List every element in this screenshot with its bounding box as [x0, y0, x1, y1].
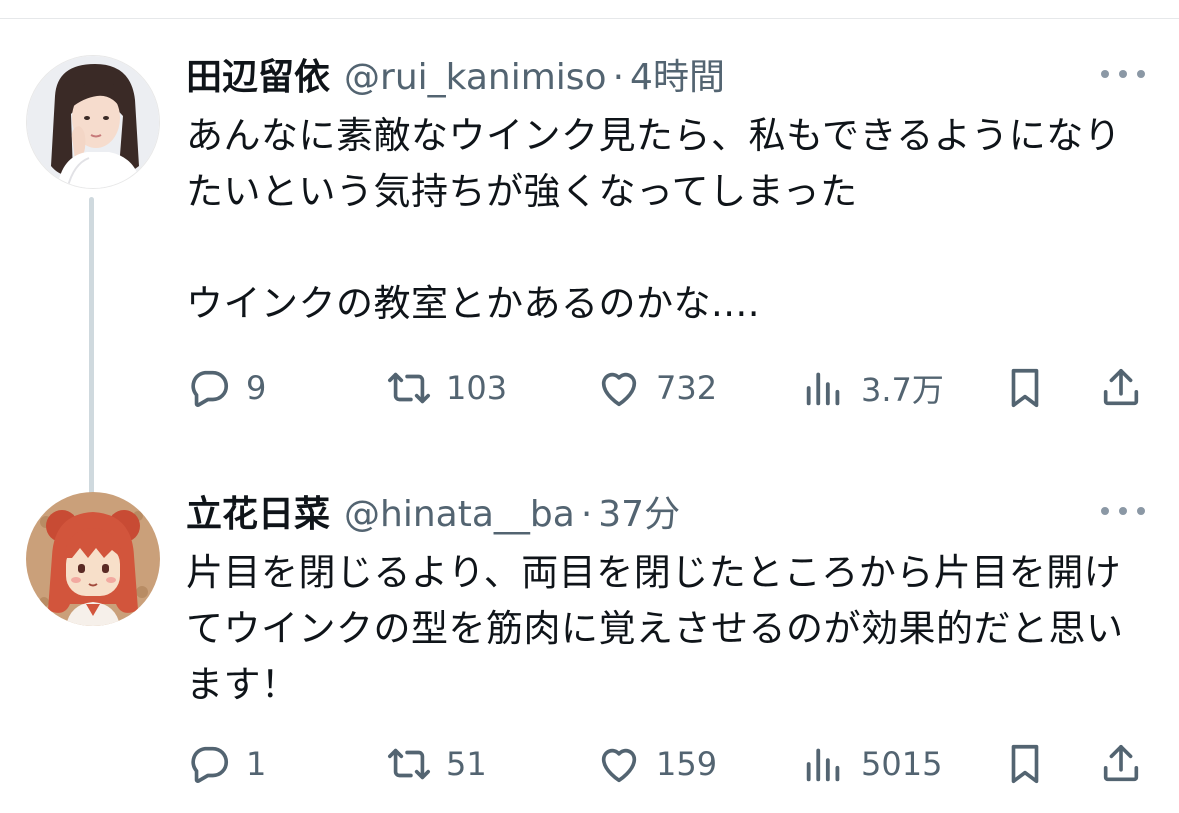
retweet-button[interactable]: 103 [386, 363, 507, 413]
reply-count: 1 [246, 745, 267, 783]
reply-icon [191, 370, 229, 407]
reply-button[interactable]: 9 [186, 363, 266, 413]
tweet-text: 片目を閉じるより、両目を閉じたところから片目を開けてウインクの型を筋肉に覚えさせ… [186, 551, 1124, 706]
author-handle[interactable]: @hinata__ba [344, 493, 575, 537]
bookmark-button[interactable] [1002, 739, 1048, 789]
views-count: 3.7万 [861, 371, 944, 409]
avatar-image [27, 56, 159, 188]
retweet-button[interactable]: 51 [386, 739, 487, 789]
timestamp[interactable]: 37分 [598, 493, 680, 537]
like-button[interactable]: 732 [596, 363, 717, 413]
views-button[interactable]: 3.7万 [801, 363, 944, 413]
share-button[interactable] [1098, 363, 1144, 413]
like-count: 732 [656, 369, 718, 407]
share-icon [1103, 744, 1139, 782]
tweet-header: 立花日菜 @hinata__ba · 37分 [186, 493, 680, 537]
top-divider [0, 18, 1179, 19]
tweet-text: あんなに素敵なウインク見たら、私もできるようになりたいという気持ちが強くなってし… [186, 114, 1122, 325]
share-icon [1103, 368, 1139, 406]
like-button[interactable]: 159 [596, 739, 717, 789]
timestamp[interactable]: 4時間 [630, 56, 725, 100]
avatar[interactable] [26, 55, 160, 189]
views-button[interactable]: 5015 [801, 739, 942, 789]
like-count: 159 [656, 745, 718, 783]
heart-icon [601, 372, 637, 407]
author-name[interactable]: 立花日菜 [186, 493, 330, 537]
retweet-icon [388, 372, 430, 404]
bookmark-icon [1011, 744, 1039, 784]
action-bar: 9 103 732 3.7万 [186, 363, 1146, 413]
more-icon[interactable] [1101, 501, 1145, 521]
avatar-image [26, 492, 160, 626]
views-icon [806, 748, 840, 782]
retweet-count: 103 [446, 369, 508, 407]
separator-dot: · [580, 494, 593, 535]
tweet-header: 田辺留依 @rui_kanimiso · 4時間 [186, 56, 725, 100]
heart-icon [601, 748, 637, 783]
tweet[interactable]: 立花日菜 @hinata__ba · 37分 片目を閉じるより、両目を閉じたとこ… [0, 487, 1179, 813]
views-count: 5015 [861, 745, 943, 783]
reply-icon [191, 746, 229, 783]
share-button[interactable] [1098, 739, 1144, 789]
bookmark-icon [1011, 368, 1039, 408]
reply-count: 9 [246, 369, 267, 407]
thread-line [89, 197, 94, 530]
author-handle[interactable]: @rui_kanimiso [344, 56, 607, 100]
action-bar: 1 51 159 5015 [186, 739, 1146, 789]
more-icon[interactable] [1101, 64, 1145, 84]
separator-dot: · [612, 57, 625, 98]
views-icon [806, 372, 840, 406]
avatar[interactable] [26, 492, 160, 626]
bookmark-button[interactable] [1002, 363, 1048, 413]
tweet[interactable]: 田辺留依 @rui_kanimiso · 4時間 あんなに素敵なウインク見たら、… [0, 50, 1179, 530]
retweet-icon [388, 748, 430, 780]
retweet-count: 51 [446, 745, 487, 783]
author-name[interactable]: 田辺留依 [186, 56, 330, 100]
reply-button[interactable]: 1 [186, 739, 266, 789]
